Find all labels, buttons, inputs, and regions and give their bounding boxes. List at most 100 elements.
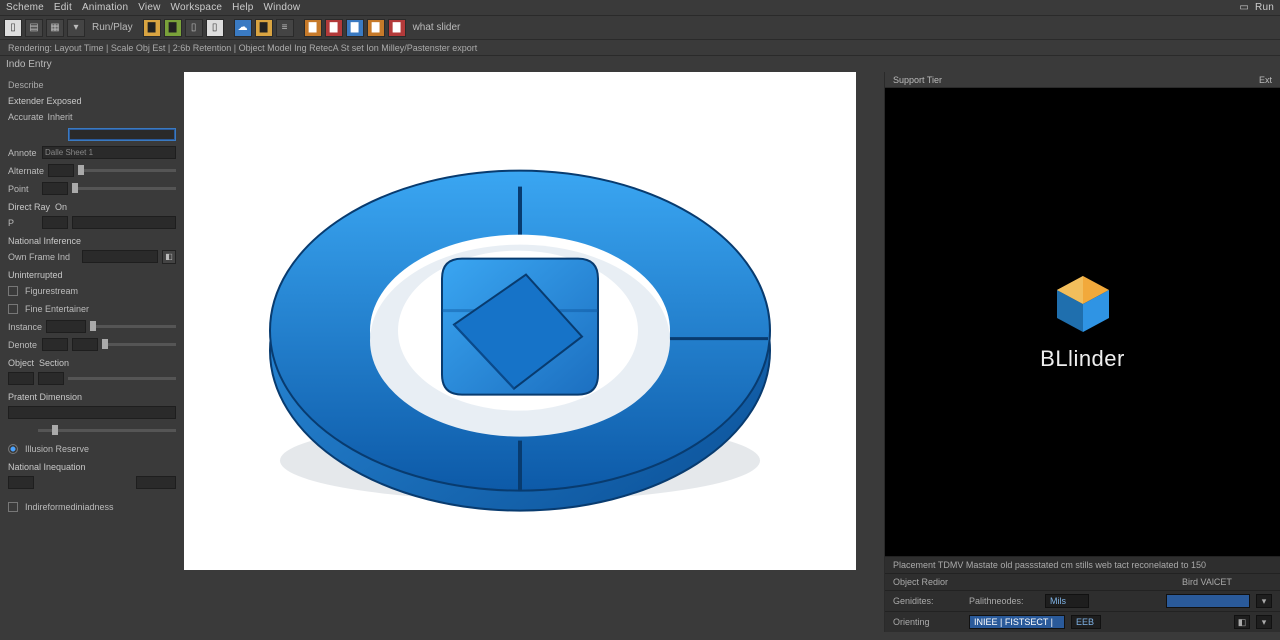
import-icon[interactable]: ▯ [206, 19, 224, 37]
lbl-annote: Annote [8, 148, 38, 158]
alt-slider[interactable] [78, 169, 176, 172]
viewport[interactable]: BLlinder [885, 88, 1280, 556]
toolbar-tail-label: what slider [413, 22, 461, 33]
center-area [184, 72, 884, 632]
foot-orienting: Orienting [893, 617, 963, 627]
brand-text: BLlinder [1040, 346, 1125, 372]
right-panel-close[interactable]: Ext [1259, 75, 1272, 85]
foot-pal-label: Palithneodes: [969, 596, 1039, 606]
foot-chip3[interactable]: ▾ [1256, 615, 1272, 629]
denote-f1[interactable] [42, 338, 68, 351]
doc-icon[interactable]: ▯ [4, 19, 22, 37]
alt-field1[interactable] [48, 164, 74, 177]
lbl-illusion: Illusion Reserve [25, 444, 125, 454]
lbl-inherit: Inherit [48, 112, 78, 122]
dim-field[interactable] [8, 406, 176, 419]
instance-slider[interactable] [90, 325, 176, 328]
pdf-icon[interactable]: ▇ [388, 19, 406, 37]
lbl-p: P [8, 218, 38, 228]
layers-icon[interactable]: ≡ [276, 19, 294, 37]
foot-eeb[interactable]: EEB [1071, 615, 1101, 629]
brand: BLlinder [1040, 272, 1125, 372]
lbl-accurate: Accurate [8, 112, 44, 122]
menu-bar: Scheme Edit Animation View Workspace Hel… [0, 0, 1280, 16]
new-icon[interactable]: ▇ [304, 19, 322, 37]
denote-f2[interactable] [72, 338, 98, 351]
right-panel-footer: Placement TDMV Mastate old passstated cm… [885, 556, 1280, 632]
section-natineq: National Inequation [8, 462, 176, 472]
lbl-indir: Indireformediniadness [25, 502, 155, 512]
dim-slider[interactable] [38, 429, 176, 432]
chk-fineent[interactable] [8, 304, 18, 314]
right-panel: Support Tier Ext BLlinder Placement TDMV… [884, 72, 1280, 632]
p-field[interactable] [42, 216, 68, 229]
instance-field[interactable] [46, 320, 86, 333]
monitor-icon[interactable]: ▭ [1239, 2, 1249, 13]
export-icon[interactable]: ▯ [185, 19, 203, 37]
menu-item[interactable]: Window [264, 2, 301, 13]
box-icon[interactable]: ▇ [346, 19, 364, 37]
img-icon[interactable]: ▇ [367, 19, 385, 37]
menu-item[interactable]: Scheme [6, 2, 44, 13]
toolbar: ▯ ▤ ▦ ▾ Run/Play ▇ ▇ ▯ ▯ ☁ ▇ ≡ ▇ ▇ ▇ ▇ ▇… [0, 16, 1280, 40]
foot-chip2[interactable]: ◧ [1234, 615, 1250, 629]
chk-indir[interactable] [8, 502, 18, 512]
foot-pal-val[interactable]: Mils [1045, 594, 1089, 608]
section-directray: Direct Ray On [8, 202, 176, 212]
ownframe-field[interactable] [82, 250, 158, 263]
rendered-3d-logo [240, 91, 800, 570]
section-dimension: Pratent Dimension [8, 392, 176, 402]
right-panel-title: Support Tier [893, 75, 942, 85]
denote-slider[interactable] [102, 343, 176, 346]
lbl-fineent: Fine Entertainer [25, 304, 115, 314]
open-icon[interactable]: ▤ [25, 19, 43, 37]
folder2-icon[interactable]: ▇ [255, 19, 273, 37]
cloud-icon[interactable]: ☁ [234, 19, 252, 37]
lbl-instance: Instance [8, 322, 42, 332]
obj-f1[interactable] [8, 372, 34, 385]
section-extender: Extender Exposed [8, 96, 176, 106]
lbl-alternate: Alternate [8, 166, 44, 176]
status-bar: Rendering: Layout Time | Scale Obj Est |… [0, 40, 1280, 56]
folder-icon[interactable]: ▇ [143, 19, 161, 37]
menu-item[interactable]: Animation [82, 2, 128, 13]
foot-genidites: Genidites: [893, 596, 963, 606]
brand-cube-icon [1051, 272, 1115, 336]
tab-active[interactable]: Indo Entry [6, 59, 52, 70]
p-field2[interactable] [72, 216, 176, 229]
nineq-f1[interactable] [8, 476, 34, 489]
point-field[interactable] [42, 182, 68, 195]
dropdown-icon[interactable]: ▾ [67, 19, 85, 37]
canvas[interactable] [184, 72, 856, 570]
foot-bird: Bird VAlCET [1182, 577, 1272, 587]
status-text: Rendering: Layout Time | Scale Obj Est |… [8, 43, 477, 53]
run-label[interactable]: Run [1255, 2, 1274, 13]
obj-f2[interactable] [38, 372, 64, 385]
content: Describe Extender Exposed Accurate Inheri… [0, 72, 1280, 632]
foot-orient-val[interactable]: INIEE | FISTSECT | [969, 615, 1065, 629]
section-uninterrupted: Uninterrupted [8, 270, 176, 280]
point-slider[interactable] [72, 187, 176, 190]
ownframe-picker[interactable]: ◧ [162, 250, 176, 264]
foot-chip1[interactable]: ▾ [1256, 594, 1272, 608]
tab-row: Indo Entry [0, 56, 1280, 72]
obj-slider[interactable] [68, 377, 176, 380]
open2-icon[interactable]: ▇ [325, 19, 343, 37]
foot-object-redior: Object Redior [893, 577, 1176, 587]
chk-figurestream[interactable] [8, 286, 18, 296]
menu-item[interactable]: Edit [54, 2, 72, 13]
menu-item[interactable]: Help [232, 2, 253, 13]
panel-tab[interactable]: Describe [8, 80, 176, 90]
annote-field[interactable]: Dalle Sheet 1 [42, 146, 176, 159]
foot-info: Placement TDMV Mastate old passstated cm… [893, 560, 1206, 570]
radio-illusion[interactable] [8, 444, 18, 454]
foot-bird-val[interactable] [1166, 594, 1250, 608]
inherit-field[interactable] [68, 128, 176, 141]
run-button[interactable]: Run/Play [92, 22, 133, 33]
menu-item[interactable]: View [138, 2, 160, 13]
nineq-f2[interactable] [136, 476, 176, 489]
save-icon[interactable]: ▦ [46, 19, 64, 37]
lbl-denote: Denote [8, 340, 38, 350]
menu-item[interactable]: Workspace [171, 2, 223, 13]
page-icon[interactable]: ▇ [164, 19, 182, 37]
